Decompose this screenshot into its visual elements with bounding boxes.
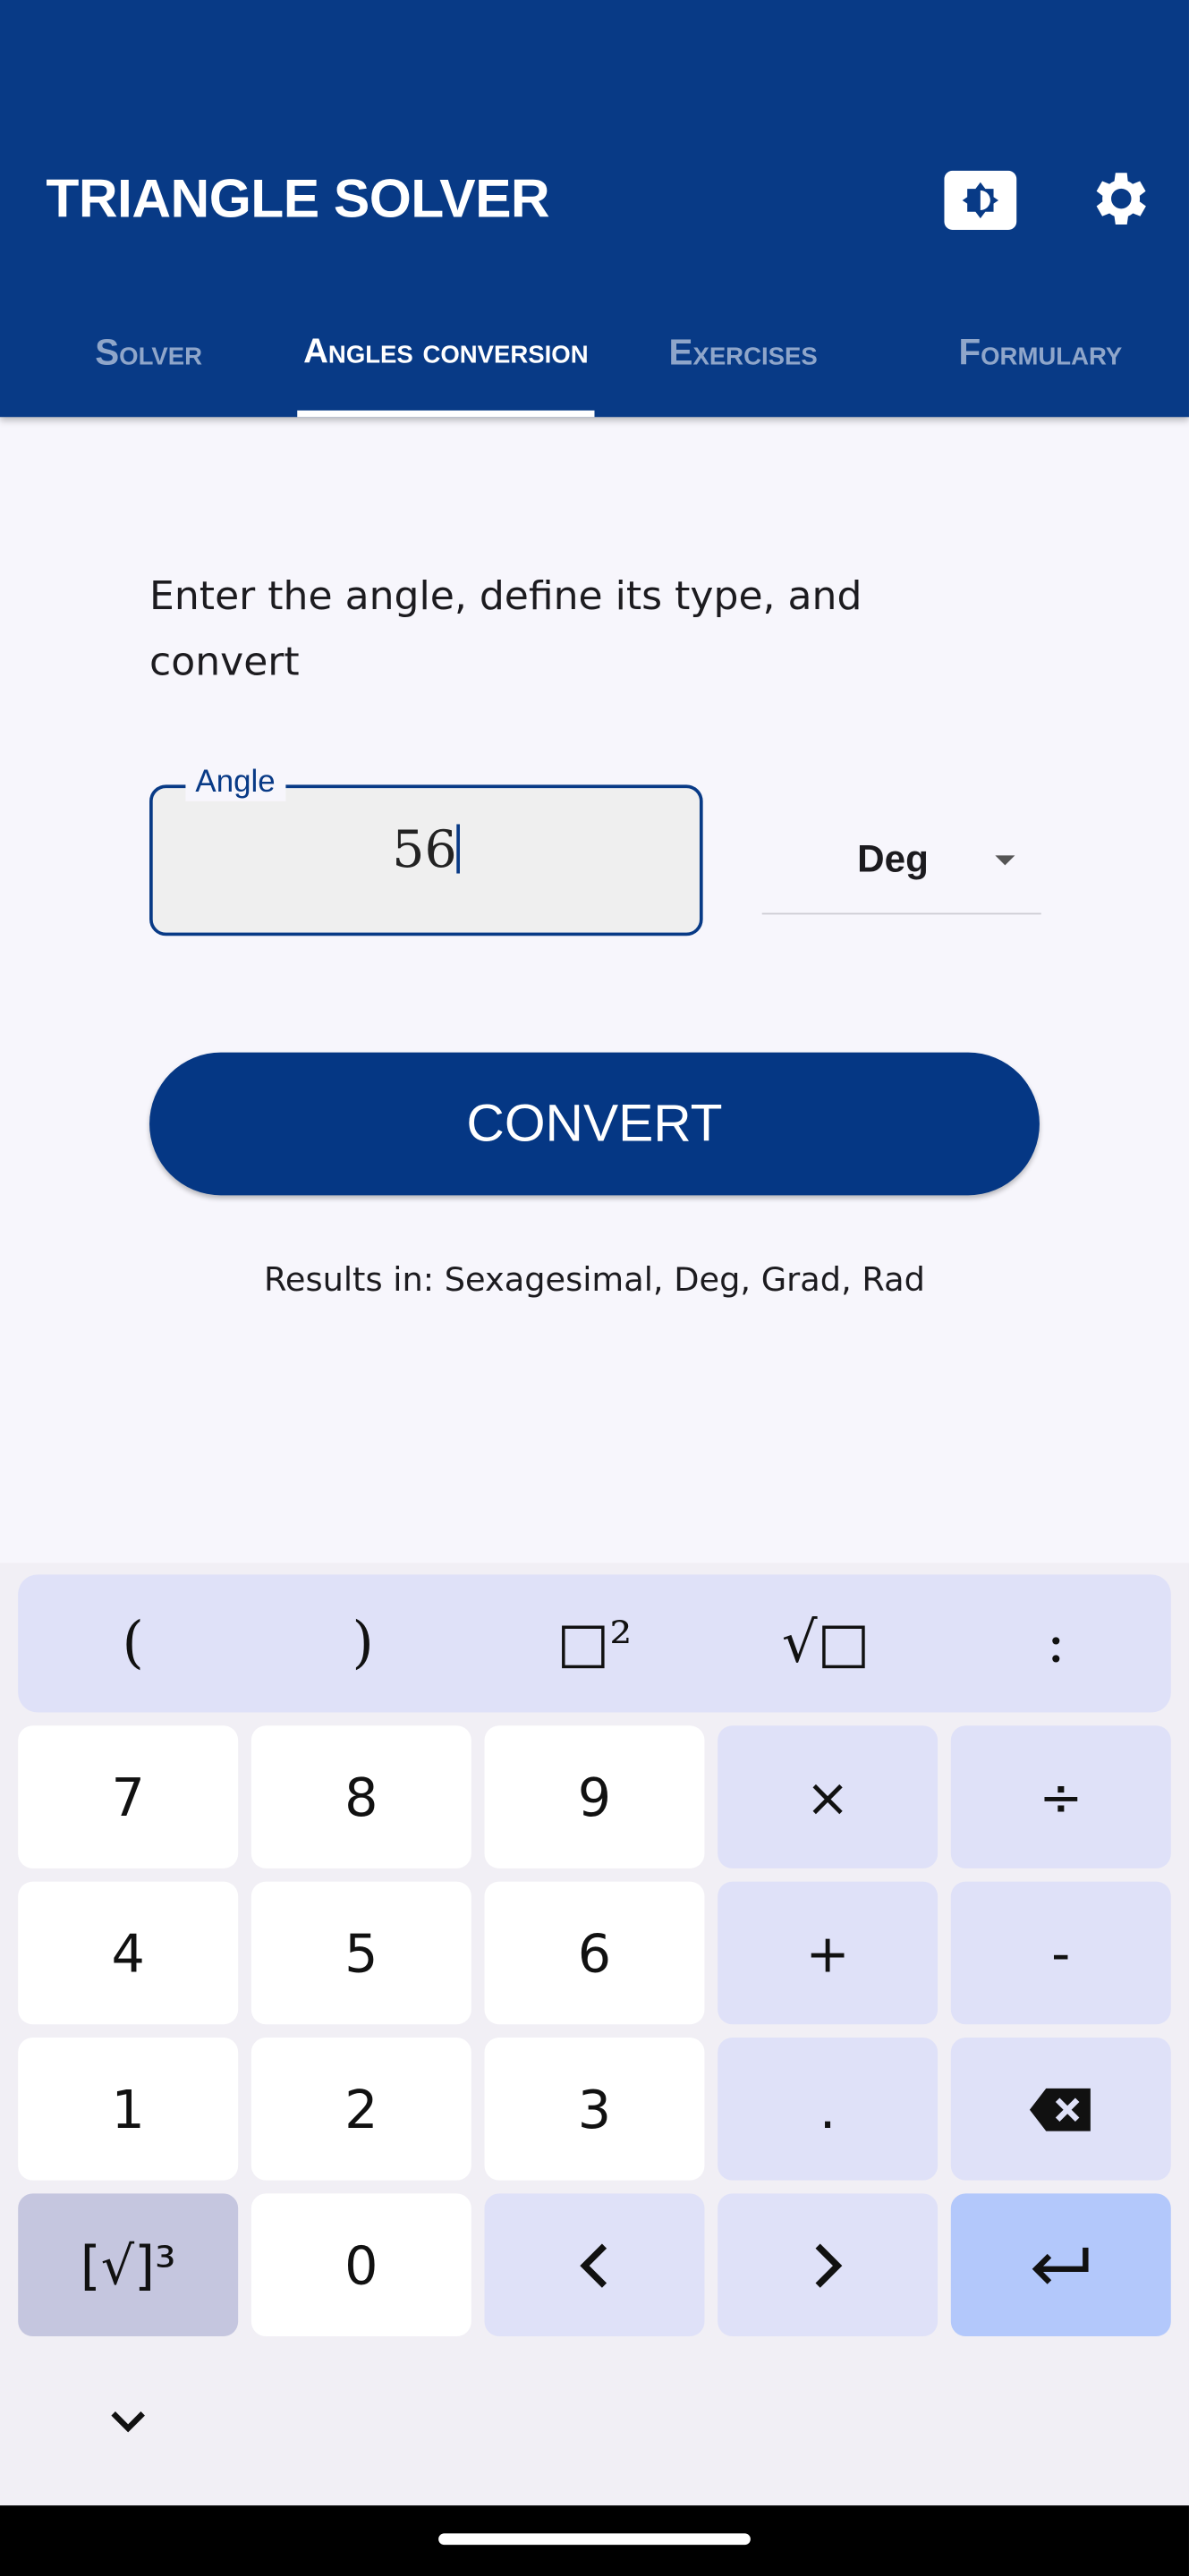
angle-value-text: 56 bbox=[392, 820, 457, 880]
key-4[interactable]: 4 bbox=[18, 1881, 239, 2025]
tab-solver[interactable]: Solver bbox=[0, 295, 297, 410]
key-5[interactable]: 5 bbox=[251, 1881, 471, 2025]
app-title: TRIANGLE SOLVER bbox=[46, 167, 550, 229]
instructions-text: Enter the angle, define its type, and co… bbox=[149, 572, 862, 685]
angle-label: Angle bbox=[185, 765, 285, 801]
key-8[interactable]: 8 bbox=[251, 1725, 471, 1868]
key-decimal[interactable]: . bbox=[718, 2037, 938, 2181]
key-colon[interactable]: : bbox=[941, 1574, 1171, 1712]
key-7[interactable]: 7 bbox=[18, 1725, 239, 1868]
key-2[interactable]: 2 bbox=[251, 2037, 471, 2181]
left-arrow-icon bbox=[580, 2242, 607, 2287]
key-backspace[interactable] bbox=[950, 2037, 1171, 2181]
enter-icon bbox=[1032, 2247, 1089, 2284]
convert-button[interactable]: CONVERT bbox=[149, 1052, 1040, 1196]
key-square[interactable]: □² bbox=[480, 1574, 709, 1712]
results-note: Results in: Sexagesimal, Deg, Grad, Rad bbox=[264, 1258, 925, 1299]
unit-selected-value: Deg bbox=[857, 837, 929, 880]
key-0[interactable]: 0 bbox=[251, 2193, 471, 2337]
app-screen: TRIANGLE SOLVER Solver Angles conversion… bbox=[0, 0, 1189, 2576]
angle-input-value[interactable]: 56 bbox=[149, 821, 703, 880]
key-9[interactable]: 9 bbox=[484, 1725, 705, 1868]
backspace-icon bbox=[1029, 2087, 1091, 2131]
brightness-icon[interactable] bbox=[944, 170, 1017, 230]
tab-formulary[interactable]: Formulary bbox=[892, 295, 1189, 410]
active-tab-indicator bbox=[297, 410, 595, 418]
text-cursor bbox=[456, 824, 461, 874]
right-arrow-icon bbox=[815, 2242, 843, 2287]
key-enter[interactable] bbox=[950, 2193, 1171, 2337]
key-plus[interactable]: + bbox=[718, 1881, 938, 2025]
key-divide[interactable]: ÷ bbox=[950, 1725, 1171, 1868]
dropdown-arrow-icon bbox=[995, 855, 1015, 866]
key-cursor-left[interactable] bbox=[484, 2193, 705, 2337]
key-1[interactable]: 1 bbox=[18, 2037, 239, 2181]
key-sqrt[interactable]: √□ bbox=[711, 1574, 941, 1712]
key-3[interactable]: 3 bbox=[484, 2037, 705, 2181]
gear-icon[interactable] bbox=[1083, 165, 1152, 233]
key-multiply[interactable]: × bbox=[718, 1725, 938, 1868]
chevron-down-icon[interactable] bbox=[98, 2397, 157, 2446]
tab-exercises[interactable]: Exercises bbox=[594, 295, 891, 410]
key-cursor-right[interactable] bbox=[718, 2193, 938, 2337]
key-6[interactable]: 6 bbox=[484, 1881, 705, 2025]
tab-angles-conversion[interactable]: Angles conversion bbox=[297, 295, 594, 410]
key-minus[interactable]: - bbox=[950, 1881, 1171, 2025]
key-cube-root[interactable]: [√]³ bbox=[18, 2193, 239, 2337]
key-close-paren[interactable]: ) bbox=[248, 1574, 478, 1712]
unit-dropdown[interactable]: Deg bbox=[761, 821, 1041, 915]
key-open-paren[interactable]: ( bbox=[18, 1574, 248, 1712]
home-gesture-handle[interactable] bbox=[438, 2533, 751, 2546]
